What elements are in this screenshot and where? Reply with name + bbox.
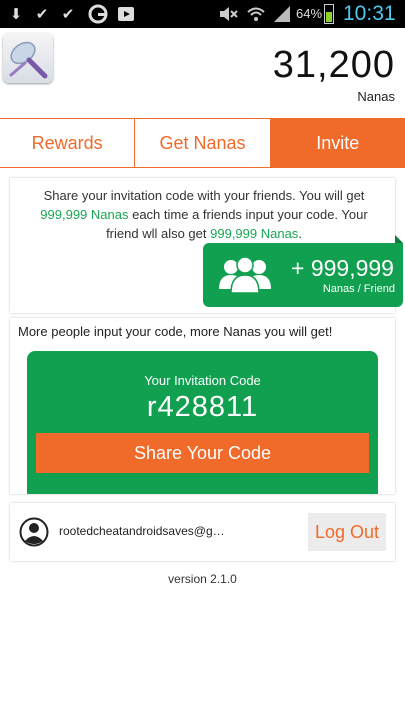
friends-icon [215, 255, 275, 295]
friend-reward-amount: 999,999 Nanas [210, 226, 299, 241]
nanas-balance-unit: Nanas [357, 89, 395, 104]
tab-bar: Rewards Get Nanas Invite [0, 118, 405, 168]
app-header: 31,200 Nanas [0, 28, 405, 118]
nanas-balance: 31,200 [272, 44, 395, 86]
account-email: rootedcheatandroidsaves@g… [59, 524, 225, 538]
share-code-button[interactable]: Share Your Code [36, 433, 369, 473]
mute-icon [218, 4, 238, 24]
tab-get-nanas[interactable]: Get Nanas [135, 119, 271, 167]
check-download-icon: ✔ [61, 5, 75, 23]
invitation-code-card: More people input your code, more Nanas … [10, 318, 395, 494]
logout-button[interactable]: Log Out [308, 513, 386, 551]
invite-description: Share your invitation code with your fri… [40, 188, 368, 241]
tab-rewards[interactable]: Rewards [0, 119, 136, 167]
reward-amount: 999,999 Nanas [40, 207, 129, 222]
bonus-value: + 999,999 [291, 255, 394, 281]
bonus-banner: + 999,999 Nanas / Friend [203, 235, 403, 307]
gratuity-app-icon [88, 4, 108, 24]
account-row: rootedcheatandroidsaves@g… Log Out [10, 503, 395, 561]
youtube-icon [116, 4, 136, 24]
clock: 10:31 [343, 2, 396, 25]
invitation-code-label: Your Invitation Code [144, 373, 261, 388]
user-avatar-icon [19, 517, 49, 547]
more-people-text: More people input your code, more Nanas … [18, 324, 333, 339]
battery-icon [324, 4, 334, 24]
bonus-unit: Nanas / Friend [322, 283, 395, 295]
download-icon: ⬇ [9, 5, 23, 23]
app-logo [3, 33, 53, 83]
invite-info-card: Share your invitation code with your fri… [10, 178, 403, 313]
check-download-icon: ✔ [35, 5, 49, 23]
battery-percent: 64% [296, 6, 323, 21]
wifi-icon [246, 4, 266, 24]
invitation-code-box: Your Invitation Code r428811 Share Your … [27, 351, 378, 494]
app-version: version 2.1.0 [168, 572, 237, 586]
signal-icon [272, 4, 292, 24]
status-bar: ⬇ ✔ ✔ 64% 10:31 [0, 0, 405, 28]
invitation-code-value: r428811 [146, 391, 259, 423]
tab-invite[interactable]: Invite [270, 119, 405, 167]
